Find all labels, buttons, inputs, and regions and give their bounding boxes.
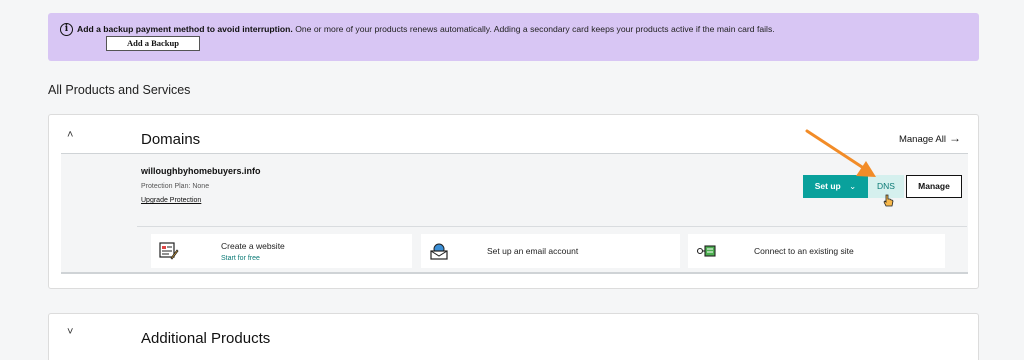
- connect-site-tile[interactable]: Connect to an existing site: [688, 234, 945, 268]
- setup-dropdown-button[interactable]: Set up ⌄: [803, 175, 868, 198]
- protection-plan-text: Protection Plan: None: [141, 183, 210, 190]
- additional-products-title: Additional Products: [141, 330, 271, 347]
- setup-label: Set up: [814, 181, 841, 191]
- domain-name[interactable]: willoughbyhomebuyers.info: [141, 166, 261, 176]
- create-website-tile[interactable]: Create a website Start for free: [151, 234, 412, 268]
- email-account-tile[interactable]: Set up an email account: [421, 234, 680, 268]
- banner-bold-text: Add a backup payment method to avoid int…: [77, 24, 293, 34]
- manage-all-label: Manage All: [898, 134, 946, 145]
- domains-card: ˄ Domains Manage All → willoughbyhomebuye…: [48, 114, 979, 289]
- pointer-hand-icon: [883, 194, 895, 211]
- chevron-down-icon: ⌄: [849, 181, 857, 191]
- domains-card-title: Domains: [141, 131, 201, 148]
- website-builder-icon: [159, 241, 179, 261]
- page-section-title: All Products and Services: [48, 83, 191, 97]
- backup-payment-banner: i Add a backup payment method to avoid i…: [48, 13, 979, 61]
- create-website-label: Create a website: [221, 241, 285, 251]
- info-icon: i: [60, 23, 73, 36]
- banner-message: Add a backup payment method to avoid int…: [77, 24, 775, 34]
- start-free-link[interactable]: Start for free: [221, 255, 260, 262]
- chevron-up-icon[interactable]: ˄: [67, 129, 73, 141]
- row-divider: [137, 226, 967, 227]
- add-backup-button[interactable]: Add a Backup: [106, 36, 200, 51]
- email-icon: [429, 241, 449, 261]
- upgrade-protection-link[interactable]: Upgrade Protection: [141, 197, 201, 204]
- chevron-down-icon[interactable]: ˅: [67, 326, 73, 338]
- additional-products-card: ˅ Additional Products: [48, 313, 979, 360]
- manage-all-link[interactable]: Manage All →: [899, 131, 961, 145]
- manage-button[interactable]: Manage: [906, 175, 962, 198]
- connect-site-icon: [696, 241, 716, 261]
- connect-site-label: Connect to an existing site: [754, 246, 854, 256]
- banner-body-text: One or more of your products renews auto…: [292, 24, 775, 34]
- domain-row: willoughbyhomebuyers.info Protection Pla…: [61, 153, 968, 274]
- email-account-label: Set up an email account: [487, 246, 579, 256]
- arrow-right-icon: →: [949, 131, 961, 145]
